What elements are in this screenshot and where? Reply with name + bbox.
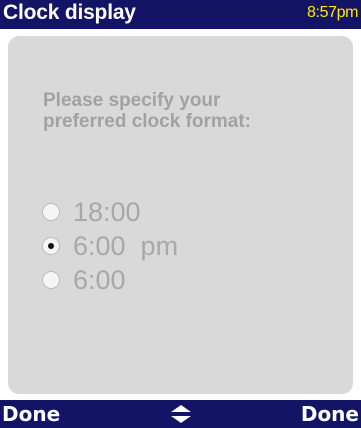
option-label: 6:00 pm [73, 231, 179, 261]
status-clock: 8:57pm [307, 4, 358, 21]
page-title: Clock display [3, 1, 136, 24]
title-bar: Clock display 8:57pm [0, 0, 361, 29]
option-label: 18:00 [73, 197, 141, 227]
clock-format-option-12h-pm[interactable]: 6:00 pm [42, 232, 178, 260]
radio-button-selected[interactable] [42, 237, 60, 255]
radio-button[interactable] [42, 203, 60, 221]
prompt-line-2: preferred clock format: [43, 111, 252, 132]
prompt-text: Please specify your preferred clock form… [43, 90, 333, 132]
up-down-arrows-icon[interactable] [170, 405, 192, 423]
clock-format-option-24h[interactable]: 18:00 [42, 198, 141, 226]
radio-button[interactable] [42, 271, 60, 289]
right-softkey-done[interactable]: Done [301, 402, 359, 426]
clock-display-screen: Clock display 8:57pm Please specify your… [0, 0, 361, 428]
left-softkey-done[interactable]: Done [2, 402, 60, 426]
option-label: 6:00 [73, 265, 126, 295]
clock-format-option-12h[interactable]: 6:00 [42, 266, 126, 294]
prompt-line-1: Please specify your [43, 90, 221, 111]
